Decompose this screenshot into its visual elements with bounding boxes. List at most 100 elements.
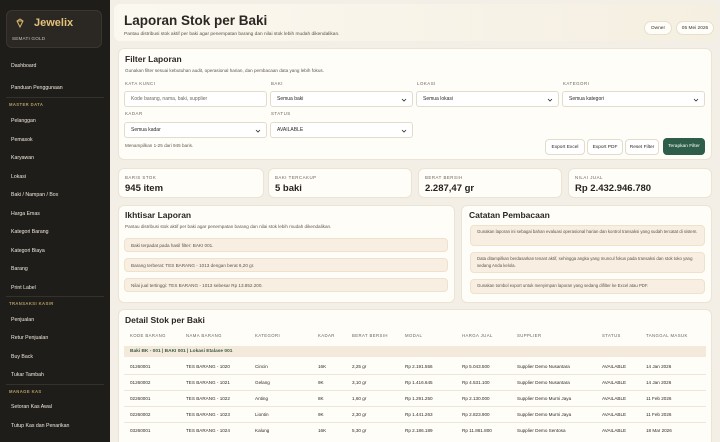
lokasi-label: LOKASI	[417, 81, 436, 86]
kadar-label: KADAR	[125, 111, 143, 116]
stat-value: Rp 2.432.946.780	[575, 183, 652, 194]
stat-nilai-jual: NILAI JUAL Rp 2.432.946.780	[568, 168, 712, 198]
kategori-select-value: Semua kategori	[569, 96, 605, 102]
stat-value: 945 item	[125, 183, 164, 194]
sidebar-item-pelanggan[interactable]: Pelanggan	[11, 118, 36, 124]
cell-nama: TES BARANG - 1022	[186, 396, 230, 401]
sidebar-item-tutup-kas[interactable]: Tutup Kas dan Penarikan	[11, 423, 69, 429]
baki-select[interactable]: Semua baki	[270, 91, 413, 107]
brand-subtitle: SEMATI GOLD	[12, 36, 46, 41]
catatan-note: Data ditampilkan berdasarkan tenant akti…	[470, 252, 705, 273]
column-header[interactable]: KADAR	[318, 333, 335, 338]
stat-baki-tercakup: BAKI TERCAKUP 5 baki	[268, 168, 412, 198]
status-label: STATUS	[271, 111, 291, 116]
sidebar-item-retur-penjualan[interactable]: Retur Penjualan	[11, 335, 48, 341]
sidebar-item-harga-emas[interactable]: Harga Emas	[11, 211, 40, 217]
export-pdf-button[interactable]: Export PDF	[587, 139, 623, 155]
sidebar: Jewelix SEMATI GOLD Dashboard Panduan Pe…	[0, 0, 110, 442]
column-header[interactable]: MODAL	[405, 333, 422, 338]
chevron-down-icon	[693, 98, 699, 102]
table-row[interactable]: 03260001 TES BARANG - 1024 Kalung 16K 5,…	[124, 423, 706, 439]
search-input[interactable]: Kode barang, nama, baki, supplier	[124, 91, 267, 107]
page-title: Laporan Stok per Baki	[124, 13, 268, 28]
sidebar-item-buy-back[interactable]: Buy Back	[11, 354, 33, 360]
baki-group-header: Baki BK - 001 | BAKI 001 | Lokasi Etalas…	[124, 346, 706, 357]
column-header[interactable]: TANGGAL MASUK	[646, 333, 688, 338]
cell-tanggal: 14 Jan 2026	[646, 380, 672, 385]
cell-status: AVAILABLE	[602, 396, 627, 401]
kategori-select[interactable]: Semua kategori	[562, 91, 705, 107]
kata-kunci-label: KATA KUNCI	[125, 81, 156, 86]
sidebar-item-setoran-kas-awal[interactable]: Setoran Kas Awal	[11, 404, 52, 410]
cell-nama: TES BARANG - 1020	[186, 364, 230, 369]
ikhtisar-title: Ikhtisar Laporan	[125, 210, 192, 220]
chevron-down-icon	[401, 129, 407, 133]
apply-filter-button[interactable]: Terapkan Filter	[663, 138, 705, 155]
cell-modal: Rp 2.191.556	[405, 364, 433, 369]
cell-kadar: 16K	[318, 364, 327, 369]
cell-supplier: Supplier Demo Sentosa	[517, 428, 566, 433]
ikhtisar-line: Baki terpadat pada hasil filter: BAKI 00…	[124, 238, 448, 252]
status-select[interactable]: AVAILABLE	[270, 122, 413, 138]
cell-harga-jual: Rp 5.043.500	[462, 364, 490, 369]
cell-harga-jual: Rp 11.861.800	[462, 428, 492, 433]
cell-modal: Rp 1.291.250	[405, 396, 433, 401]
column-header[interactable]: KATEGORI	[255, 333, 280, 338]
column-header[interactable]: HARGA JUAL	[462, 333, 493, 338]
sidebar-item-tukar-tambah[interactable]: Tukar Tambah	[11, 372, 44, 378]
stat-label: NILAI JUAL	[575, 175, 603, 180]
column-header[interactable]: STATUS	[602, 333, 621, 338]
user-role-chip[interactable]: Owner	[644, 21, 672, 35]
column-header[interactable]: KODE BARANG	[130, 333, 166, 338]
sidebar-item-dashboard[interactable]: Dashboard	[11, 63, 36, 69]
cell-berat: 1,60 gr	[352, 396, 367, 401]
brand-card[interactable]: Jewelix SEMATI GOLD	[6, 10, 102, 48]
cell-kode: 01260002	[130, 380, 151, 385]
sidebar-item-kategori-barang[interactable]: Kategori Barang	[11, 229, 49, 235]
cell-nama: TES BARANG - 1021	[186, 380, 230, 385]
sidebar-item-pemasok[interactable]: Pemasok	[11, 137, 33, 143]
cell-harga-jual: Rp 2.823.900	[462, 412, 490, 417]
sidebar-item-panduan[interactable]: Panduan Penggunaan	[11, 85, 63, 91]
column-header[interactable]: BERAT BERSIH	[352, 333, 388, 338]
table-row[interactable]: 02260001 TES BARANG - 1022 Anting 8K 1,6…	[124, 391, 706, 407]
cell-kategori: Kalung	[255, 428, 270, 433]
cell-modal: Rp 1.441.263	[405, 412, 433, 417]
cell-status: AVAILABLE	[602, 380, 627, 385]
cell-kategori: Liontin	[255, 412, 269, 417]
cell-kadar: 16K	[318, 428, 327, 433]
catatan-note: Gunakan tombol export untuk menyimpan la…	[470, 279, 705, 294]
date-chip[interactable]: 05 Mei 2026	[676, 21, 714, 35]
ikhtisar-line: Barang terberat: TES BARANG - 1013 denga…	[124, 258, 448, 272]
cell-tanggal: 18 Mar 2026	[646, 428, 672, 433]
sidebar-item-penjualan[interactable]: Penjualan	[11, 317, 34, 323]
lokasi-select[interactable]: Semua lokasi	[416, 91, 559, 107]
sidebar-item-karyawan[interactable]: Karyawan	[11, 155, 34, 161]
column-header[interactable]: SUPPLIER	[517, 333, 541, 338]
diamond-icon	[16, 18, 24, 28]
cell-kode: 03260001	[130, 428, 151, 433]
cell-status: AVAILABLE	[602, 364, 627, 369]
cell-supplier: Supplier Demo Murni Jaya	[517, 396, 572, 401]
cell-supplier: Supplier Demo Nusantara	[517, 364, 570, 369]
cell-harga-jual: Rp 4.531.100	[462, 380, 490, 385]
export-excel-button[interactable]: Export Excel	[545, 139, 585, 155]
cell-kategori: Anting	[255, 396, 269, 401]
table-row[interactable]: 02260002 TES BARANG - 1023 Liontin 9K 2,…	[124, 407, 706, 423]
sidebar-item-kategori-biaya[interactable]: Kategori Biaya	[11, 248, 45, 254]
table-row[interactable]: 01260002 TES BARANG - 1021 Gelang 9K 3,1…	[124, 375, 706, 391]
reset-filter-button[interactable]: Reset Filter	[625, 139, 659, 155]
sidebar-item-barang[interactable]: Barang	[11, 266, 28, 272]
sidebar-item-print-label[interactable]: Print Label	[11, 285, 36, 291]
cell-kategori: Gelang	[255, 380, 270, 385]
section-manage-kas: MANAGE KAS	[9, 389, 42, 394]
showing-count: Menampilkan 1-25 dari 945 baris.	[125, 143, 194, 148]
column-header[interactable]: NAMA BARANG	[186, 333, 222, 338]
kadar-select[interactable]: Semua kadar	[124, 122, 267, 138]
ikhtisar-subtitle: Pantau distribusi stok aktif per baki ag…	[125, 224, 332, 229]
sidebar-item-baki[interactable]: Baki / Nampan / Box	[11, 192, 58, 198]
table-row[interactable]: 01260001 TES BARANG - 1020 Cincin 16K 2,…	[124, 359, 706, 375]
sidebar-item-lokasi[interactable]: Lokasi	[11, 174, 26, 180]
stat-value: 5 baki	[275, 183, 302, 194]
cell-modal: Rp 2.186.189	[405, 428, 433, 433]
